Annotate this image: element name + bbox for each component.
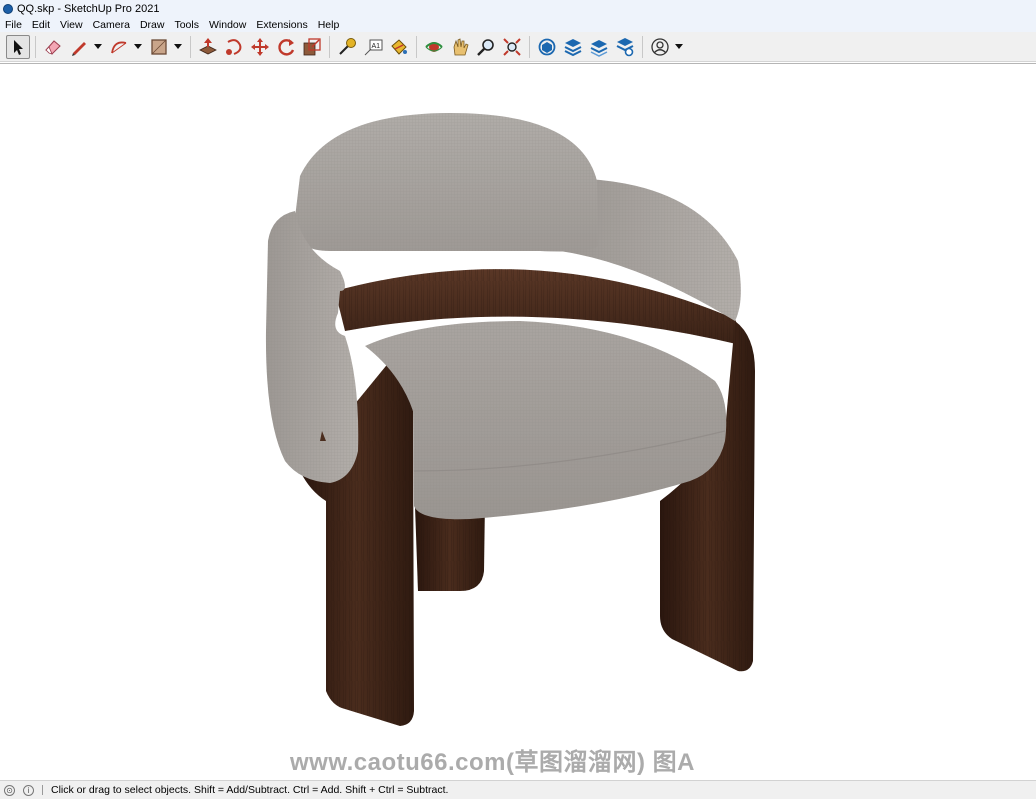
menu-view[interactable]: View <box>55 19 88 31</box>
user-account-icon <box>651 37 669 56</box>
rectangle-icon <box>151 38 167 55</box>
send-to-layout-icon <box>590 39 608 57</box>
orbit-icon <box>425 41 443 52</box>
paint-bucket-icon <box>391 38 407 55</box>
follow-me-icon <box>226 38 242 55</box>
toolbar-separator <box>642 35 643 58</box>
toolbar-separator <box>529 35 530 58</box>
arc-icon <box>111 41 127 53</box>
sketchup-app-icon <box>3 3 13 14</box>
watermark-text: www.caotu66.com(草图溜溜网) 图A <box>290 749 695 776</box>
arc-tool-button[interactable] <box>107 35 131 59</box>
follow-me-tool-button[interactable] <box>222 35 246 59</box>
select-arrow-icon <box>14 39 23 55</box>
scale-icon <box>303 37 321 55</box>
zoom-extents-tool-button[interactable] <box>500 35 524 59</box>
pencil-icon <box>72 41 86 56</box>
pencil-dropdown-button[interactable] <box>93 35 103 59</box>
menu-tools[interactable]: Tools <box>169 19 204 31</box>
zoom-tool-button[interactable] <box>474 35 498 59</box>
drawing-area[interactable]: www.caotu66.com(草图溜溜网) 图A <box>0 63 1036 780</box>
move-icon <box>251 37 269 56</box>
toolbar-separator <box>416 35 417 58</box>
eraser-icon <box>45 39 61 55</box>
user-account-dropdown-button[interactable] <box>674 35 684 59</box>
rotate-icon <box>278 38 295 56</box>
chevron-down-icon <box>134 43 142 49</box>
user-account-button[interactable] <box>648 35 672 59</box>
push-pull-icon <box>199 37 217 54</box>
text-tool-button[interactable]: A1 <box>361 35 385 59</box>
pan-icon <box>453 37 469 55</box>
title-bar: QQ.skp - SketchUp Pro 2021 <box>0 0 1036 17</box>
menu-file[interactable]: File <box>0 19 27 31</box>
paint-bucket-tool-button[interactable] <box>387 35 411 59</box>
chevron-down-icon <box>94 43 102 49</box>
arc-dropdown-button[interactable] <box>133 35 143 59</box>
menu-extensions[interactable]: Extensions <box>251 19 312 31</box>
extension-warehouse-button[interactable] <box>561 35 585 59</box>
chair-model[interactable] <box>0 64 1036 780</box>
tape-measure-icon <box>339 37 356 55</box>
scale-tool-button[interactable] <box>300 35 324 59</box>
orbit-tool-button[interactable] <box>422 35 446 59</box>
select-tool-button[interactable] <box>6 34 30 59</box>
extension-warehouse-icon <box>564 38 582 56</box>
move-tool-button[interactable] <box>248 35 272 59</box>
menu-help[interactable]: Help <box>313 19 345 31</box>
push-pull-tool-button[interactable] <box>196 35 220 59</box>
chevron-down-icon <box>174 43 182 49</box>
tape-measure-tool-button[interactable] <box>335 35 359 59</box>
info-icon[interactable]: i <box>23 784 34 796</box>
status-message: Click or drag to select objects. Shift =… <box>51 784 449 796</box>
menu-draw[interactable]: Draw <box>135 19 170 31</box>
zoom-extents-icon <box>503 37 521 56</box>
menu-edit[interactable]: Edit <box>27 19 55 31</box>
rectangle-dropdown-button[interactable] <box>173 35 183 59</box>
geolocation-icon[interactable]: ⊙ <box>4 784 15 796</box>
large-tool-set-toolbar: A1 <box>0 32 1036 62</box>
status-bar: ⊙ i Click or drag to select objects. Shi… <box>0 780 1036 799</box>
chevron-down-icon <box>675 43 683 49</box>
status-separator <box>42 785 43 795</box>
extension-manager-icon <box>616 37 634 56</box>
pencil-tool-button[interactable] <box>67 35 91 59</box>
menu-camera[interactable]: Camera <box>88 19 135 31</box>
pan-tool-button[interactable] <box>448 35 472 59</box>
eraser-tool-button[interactable] <box>41 35 65 59</box>
toolbar-separator <box>190 35 191 58</box>
rotate-tool-button[interactable] <box>274 35 298 59</box>
toolbar-separator <box>329 35 330 58</box>
svg-text:A1: A1 <box>372 43 381 50</box>
toolbar-separator <box>35 35 36 58</box>
menu-window[interactable]: Window <box>204 19 251 31</box>
rectangle-tool-button[interactable] <box>147 35 171 59</box>
3d-warehouse-button[interactable] <box>535 35 559 59</box>
menu-bar: File Edit View Camera Draw Tools Window … <box>0 17 1036 32</box>
zoom-icon <box>477 38 494 56</box>
3d-warehouse-icon <box>538 38 556 55</box>
window-title: QQ.skp - SketchUp Pro 2021 <box>17 2 160 15</box>
send-to-layout-button[interactable] <box>587 35 611 59</box>
text-icon: A1 <box>364 39 383 55</box>
extension-manager-button[interactable] <box>613 35 637 59</box>
